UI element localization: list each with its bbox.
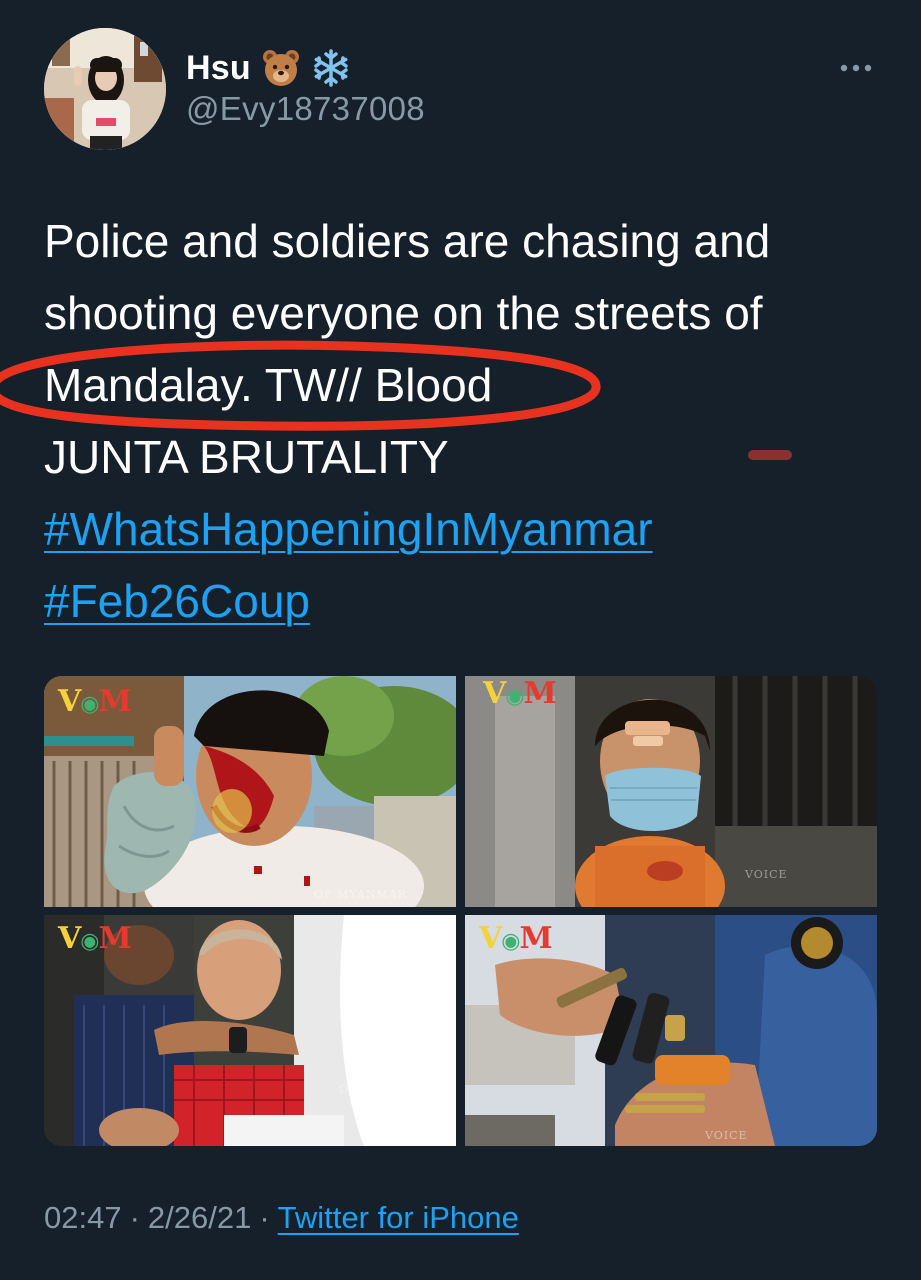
tweet-text-line: JUNTA BRUTALITY (44, 431, 449, 483)
tweet-date[interactable]: 2/26/21 (148, 1200, 251, 1236)
tweet-text-line: Police and soldiers are chasing and (44, 215, 771, 267)
author-handle[interactable]: @Evy18737008 (186, 90, 425, 128)
tweet-source-link[interactable]: Twitter for iPhone (278, 1200, 519, 1236)
tweet-screenshot: Hsu @Evy18737008 Police and soldiers are… (0, 0, 921, 1280)
media-image-4[interactable]: V◉M VOICE (465, 915, 877, 1146)
watermark-text: OF MYANMAR (339, 1083, 432, 1096)
snowflake-emoji-icon (311, 48, 351, 88)
watermark-text: VOICE (745, 868, 788, 881)
vom-logo: V◉M (58, 684, 132, 719)
hashtag-link[interactable]: #Feb26Coup (44, 575, 310, 627)
tweet-time[interactable]: 02:47 (44, 1200, 122, 1236)
author-name-row[interactable]: Hsu (186, 44, 351, 92)
hashtag-link[interactable]: #WhatsHappeningInMyanmar (44, 503, 653, 555)
tweet-text-line: Mandalay. TW// Blood (44, 359, 493, 411)
media-grid: V◉M OF MYANMAR V◉M VOICE V◉M OF MYANMAR … (44, 676, 877, 1146)
bear-emoji-icon (261, 48, 301, 88)
display-name[interactable]: Hsu (186, 49, 251, 88)
avatar-image (44, 28, 166, 150)
tweet-text-line: shooting everyone on the streets of (44, 287, 763, 339)
more-options-button[interactable] (836, 54, 876, 82)
media-image-2[interactable]: V◉M VOICE (465, 676, 877, 907)
watermark-text: OF MYANMAR (314, 888, 407, 901)
vom-logo: V◉M (483, 676, 557, 711)
media-image-3[interactable]: V◉M OF MYANMAR (44, 915, 456, 1146)
tweet-metadata: 02:47 · 2/26/21 · Twitter for iPhone (44, 1200, 519, 1236)
avatar[interactable] (44, 28, 166, 150)
media-image-1[interactable]: V◉M OF MYANMAR (44, 676, 456, 907)
watermark-text: VOICE (705, 1129, 748, 1142)
vom-logo: V◉M (58, 921, 132, 956)
tweet-text: Police and soldiers are chasing and shoo… (44, 205, 864, 637)
more-icon (840, 64, 872, 72)
red-annotation-mark (748, 450, 792, 460)
vom-logo: V◉M (479, 921, 553, 956)
separator-dot: · (129, 1200, 140, 1235)
separator-dot: · (259, 1200, 270, 1235)
